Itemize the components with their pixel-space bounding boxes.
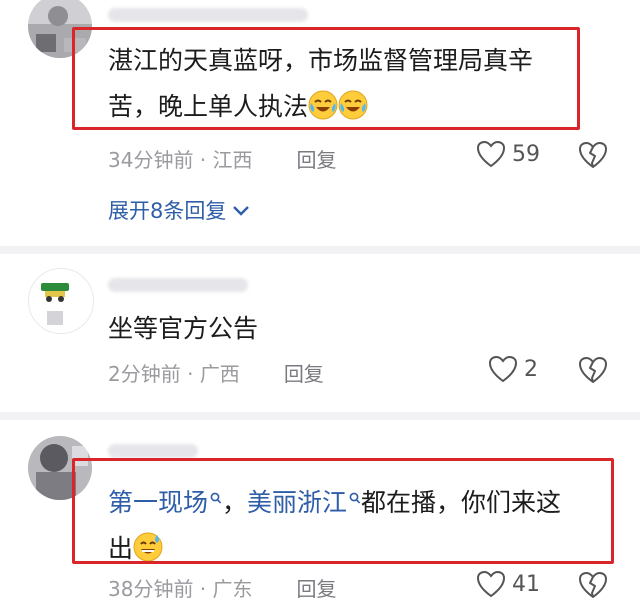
- highlight-box: [72, 27, 580, 130]
- heart-icon: [476, 140, 506, 168]
- comment-meta: 38分钟前 · 广东 回复: [108, 577, 337, 601]
- like-button[interactable]: 2: [488, 355, 538, 383]
- reply-button[interactable]: 回复: [297, 577, 337, 601]
- like-count: 41: [512, 571, 540, 597]
- avatar[interactable]: [28, 268, 94, 334]
- reply-button[interactable]: 回复: [297, 148, 337, 172]
- dislike-button[interactable]: [578, 571, 608, 603]
- comment-meta: 2分钟前 · 广西 回复: [108, 362, 324, 386]
- broken-heart-icon: [578, 357, 608, 388]
- expand-replies-link[interactable]: 展开8条回复: [108, 195, 250, 225]
- like-count: 2: [524, 356, 538, 382]
- broken-heart-icon: [578, 142, 608, 173]
- like-button[interactable]: 41: [476, 570, 540, 598]
- username-blurred: [108, 444, 198, 458]
- comment-meta: 34分钟前 · 江西 回复: [108, 148, 337, 172]
- like-button[interactable]: 59: [476, 140, 540, 168]
- divider: [0, 246, 640, 254]
- broken-heart-icon: [578, 572, 608, 603]
- reply-button[interactable]: 回复: [284, 362, 324, 386]
- heart-icon: [476, 570, 506, 598]
- username-blurred: [108, 8, 308, 22]
- chevron-down-icon: [232, 198, 250, 222]
- highlight-box: [72, 458, 614, 564]
- divider: [0, 412, 640, 420]
- heart-icon: [488, 355, 518, 383]
- dislike-button[interactable]: [578, 141, 608, 173]
- username-blurred: [108, 278, 248, 292]
- like-count: 59: [512, 141, 540, 167]
- dislike-button[interactable]: [578, 356, 608, 388]
- comment-text: 坐等官方公告: [108, 314, 259, 343]
